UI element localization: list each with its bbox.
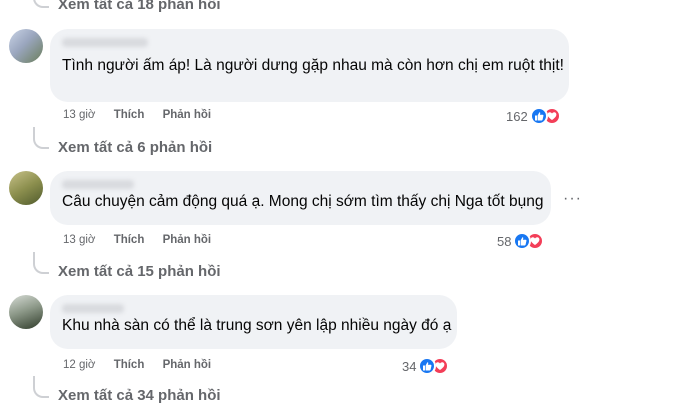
avatar[interactable]: [9, 295, 43, 329]
reply-thread-line: [33, 127, 49, 149]
comment-text: Câu chuyện cảm động quá ạ. Mong chị sớm …: [62, 193, 544, 210]
reply-thread-line: [33, 252, 49, 274]
comment-meta: 13 giờ Thích Phản hồi: [63, 234, 226, 246]
reply-button[interactable]: Phản hồi: [163, 109, 212, 121]
reaction-count: 34: [402, 358, 417, 374]
author-name-blurred[interactable]: [62, 304, 124, 313]
reply-button[interactable]: Phản hồi: [163, 234, 212, 246]
comment-meta: 12 giờ Thích Phản hồi: [63, 359, 226, 371]
reply-thread-line: [33, 0, 49, 8]
reply-button[interactable]: Phản hồi: [163, 359, 212, 371]
reaction-summary[interactable]: 34: [402, 357, 450, 375]
comment-bubble: Tình người ấm áp! Là người dưng gặp nhau…: [50, 29, 569, 102]
comment-time[interactable]: 12 giờ: [63, 359, 95, 371]
comment-text: Tình người ấm áp! Là người dưng gặp nhau…: [62, 57, 564, 74]
comment-time[interactable]: 13 giờ: [63, 109, 95, 121]
comment-bubble: Khu nhà sàn có thể là trung sơn yên lập …: [50, 295, 457, 349]
reaction-count: 162: [506, 108, 528, 124]
view-replies-link[interactable]: Xem tất cả 18 phản hồi: [58, 0, 221, 13]
author-name-blurred[interactable]: [62, 38, 148, 47]
view-replies-link[interactable]: Xem tất cả 6 phản hồi: [58, 139, 212, 156]
avatar[interactable]: [9, 171, 43, 205]
view-replies-link[interactable]: Xem tất cả 34 phản hồi: [58, 387, 221, 404]
like-icon: [529, 107, 548, 125]
view-replies-link[interactable]: Xem tất cả 15 phản hồi: [58, 263, 221, 280]
reaction-summary[interactable]: 162: [506, 107, 561, 125]
avatar[interactable]: [9, 29, 43, 63]
more-options-icon[interactable]: ···: [563, 190, 582, 208]
comment-meta: 13 giờ Thích Phản hồi: [63, 109, 226, 121]
like-button[interactable]: Thích: [114, 109, 145, 121]
like-button[interactable]: Thích: [114, 234, 145, 246]
reply-thread-line: [33, 376, 49, 398]
comment-text: Khu nhà sàn có thể là trung sơn yên lập …: [62, 317, 452, 334]
author-name-blurred[interactable]: [62, 180, 134, 189]
comment-bubble: Câu chuyện cảm động quá ạ. Mong chị sớm …: [50, 171, 551, 225]
reaction-summary[interactable]: 58: [497, 232, 545, 250]
reaction-count: 58: [497, 233, 512, 249]
like-button[interactable]: Thích: [114, 359, 145, 371]
comment-time[interactable]: 13 giờ: [63, 234, 95, 246]
